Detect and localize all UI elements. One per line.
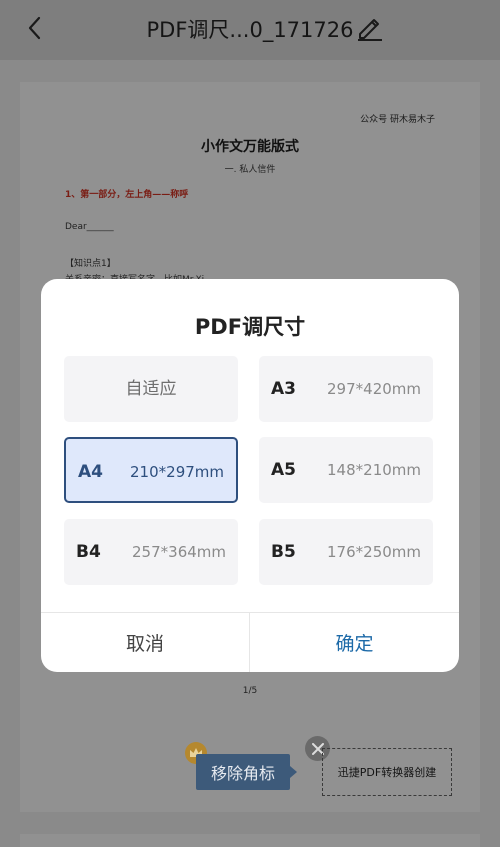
option-a3[interactable]: A3 297*420mm [259,356,433,422]
doc-account-tag: 公众号 研木易木子 [360,115,435,125]
option-name: A3 [271,379,296,399]
pencil-icon[interactable] [354,12,384,42]
confirm-button[interactable]: 确定 [250,613,459,672]
option-name: A4 [78,462,103,482]
option-name: B4 [76,542,101,562]
remove-watermark-button[interactable]: 移除角标 [196,754,297,790]
doc-partial-line: 关系亲密：直接写名字，比如Mr.Xi [65,272,204,279]
option-size: 210*297mm [130,463,224,481]
option-size: 257*364mm [132,543,226,561]
doc-subtitle: 一. 私人信件 [224,165,276,175]
resize-dialog: PDF调尺寸 自适应 A3 297*420mm A4 210*297mm A5 … [41,279,459,672]
option-name: B5 [271,542,296,562]
file-title: PDF调尺...0_171726 [146,18,354,42]
option-b5[interactable]: B5 176*250mm [259,519,433,585]
option-name: 自适应 [125,379,177,399]
option-size: 148*210mm [327,461,421,479]
creator-watermark: 迅捷PDF转换器创建 [322,748,452,796]
doc-title: 小作文万能版式 [201,139,299,155]
next-page-edge [20,834,480,847]
doc-section-heading: 1、第一部分，左上角——称呼 [65,190,189,200]
option-auto-fit[interactable]: 自适应 [64,356,238,422]
option-size: 297*420mm [327,380,421,398]
page-indicator: 1/5 [242,686,258,696]
dialog-title: PDF调尺寸 [194,315,306,339]
doc-knowledge-point: 【知识点1】 [65,259,116,269]
option-name: A5 [271,460,296,480]
option-size: 176*250mm [327,543,421,561]
doc-salutation: Dear______ [65,222,114,232]
option-a4[interactable]: A4 210*297mm [64,437,238,503]
option-b4[interactable]: B4 257*364mm [64,519,238,585]
option-a5[interactable]: A5 148*210mm [259,437,433,503]
cancel-button[interactable]: 取消 [41,613,249,672]
top-bar: PDF调尺...0_171726 [0,0,500,60]
